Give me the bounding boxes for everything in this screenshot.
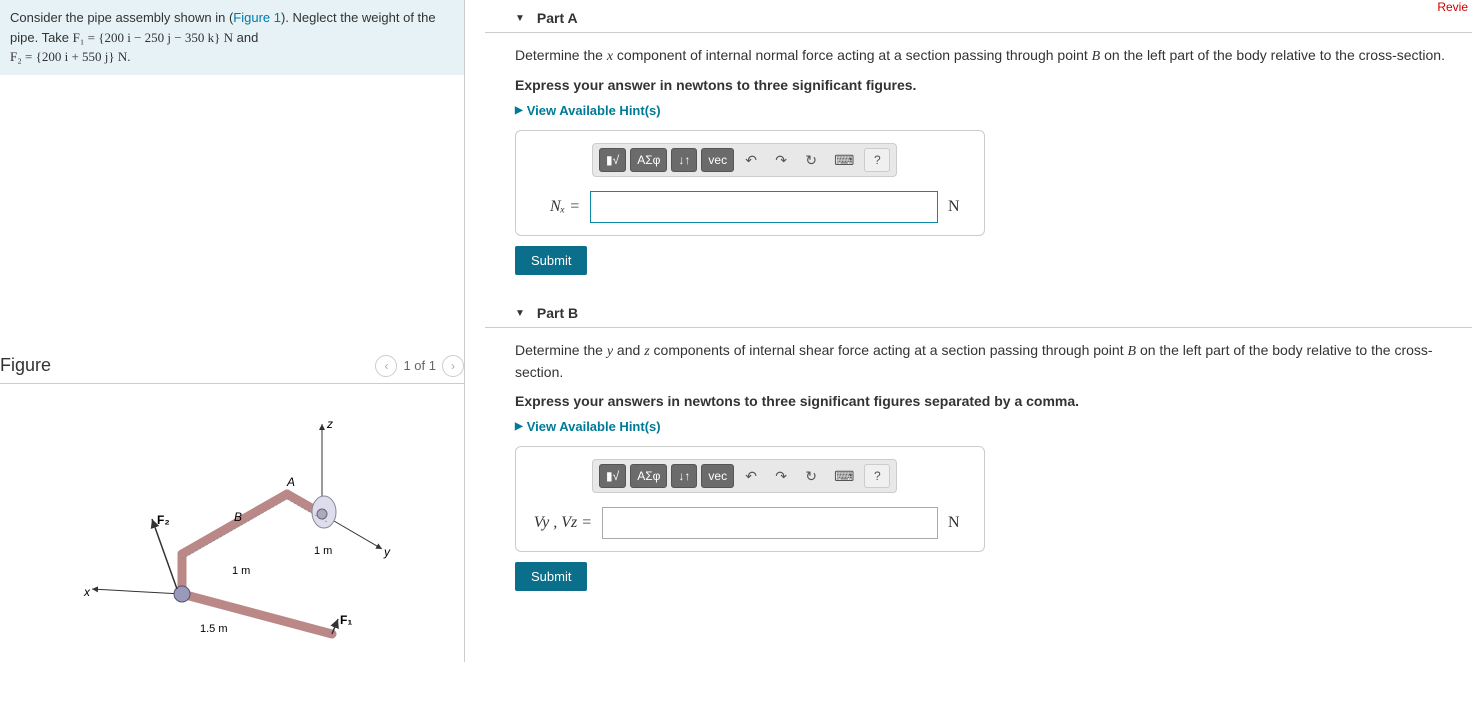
subsup-button[interactable]: ↓↑ <box>671 464 697 488</box>
figure-link[interactable]: Figure 1 <box>233 10 281 25</box>
part-b-answer-box: ▮√ ΑΣφ ↓↑ vec ↶ ↷ ↻ ⌨ ? Vy , Vz = N <box>515 446 985 552</box>
part-b-toolbar: ▮√ ΑΣφ ↓↑ vec ↶ ↷ ↻ ⌨ ? <box>592 459 897 493</box>
label-A: A <box>286 475 295 489</box>
keyboard-button[interactable]: ⌨ <box>828 464 860 488</box>
review-link[interactable]: Revie <box>1437 0 1468 14</box>
part-a-answer-box: ▮√ ΑΣφ ↓↑ vec ↶ ↷ ↻ ⌨ ? Nₓ = N <box>515 130 985 236</box>
part-a-prompt: Determine the x component of internal no… <box>515 45 1452 67</box>
part-a-submit[interactable]: Submit <box>515 246 587 275</box>
part-a-hints[interactable]: ▶ View Available Hint(s) <box>515 103 1452 118</box>
part-b-prompt: Determine the y and z components of inte… <box>515 340 1452 383</box>
subsup-button[interactable]: ↓↑ <box>671 148 697 172</box>
templates-button[interactable]: ▮√ <box>599 464 626 488</box>
label-F2: F₂ <box>157 513 170 527</box>
part-a-instruct: Express your answer in newtons to three … <box>515 77 1452 93</box>
part-b-instruct: Express your answers in newtons to three… <box>515 393 1452 409</box>
problem-and: and <box>233 30 258 45</box>
figure-counter: 1 of 1 <box>403 358 436 373</box>
help-button[interactable]: ? <box>864 148 890 172</box>
problem-text-1: Consider the pipe assembly shown in ( <box>10 10 233 25</box>
reset-button[interactable]: ↻ <box>798 464 824 488</box>
part-b-unit: N <box>948 514 968 532</box>
part-b-submit[interactable]: Submit <box>515 562 587 591</box>
f1-expression: F₁ = {200 i − 250 j − 350 k} N <box>73 30 233 45</box>
axis-x: x <box>83 585 91 599</box>
greek-button[interactable]: ΑΣφ <box>630 148 667 172</box>
label-B: B <box>234 510 242 524</box>
axis-z: z <box>326 417 333 431</box>
part-a-var-label: Nₓ = <box>532 198 580 216</box>
part-a-unit: N <box>948 198 968 216</box>
part-b-header[interactable]: ▼ Part B <box>485 295 1472 328</box>
label-F1: F₁ <box>340 613 352 627</box>
part-a-header[interactable]: ▼ Part A <box>485 0 1472 33</box>
expand-icon: ▶ <box>515 105 523 116</box>
redo-button[interactable]: ↷ <box>768 464 794 488</box>
part-b-title: Part B <box>537 305 578 321</box>
part-a-toolbar: ▮√ ΑΣφ ↓↑ vec ↶ ↷ ↻ ⌨ ? <box>592 143 897 177</box>
dim-1-5m: 1.5 m <box>200 623 228 635</box>
templates-button[interactable]: ▮√ <box>599 148 626 172</box>
figure-prev-button[interactable]: ‹ <box>375 355 397 377</box>
collapse-icon: ▼ <box>515 13 525 24</box>
part-b-input[interactable] <box>602 507 938 539</box>
vec-button[interactable]: vec <box>701 148 734 172</box>
f2-expression: F₂ = {200 i + 550 j} N. <box>10 49 131 64</box>
redo-button[interactable]: ↷ <box>768 148 794 172</box>
figure-next-button[interactable]: › <box>442 355 464 377</box>
reset-button[interactable]: ↻ <box>798 148 824 172</box>
vec-button[interactable]: vec <box>701 464 734 488</box>
undo-button[interactable]: ↶ <box>738 148 764 172</box>
dim-1m-b: 1 m <box>232 565 250 577</box>
collapse-icon: ▼ <box>515 308 525 319</box>
figure-title: Figure <box>0 355 51 376</box>
help-button[interactable]: ? <box>864 464 890 488</box>
expand-icon: ▶ <box>515 421 523 432</box>
part-a-title: Part A <box>537 10 578 26</box>
part-b-var-label: Vy , Vz = <box>532 514 592 532</box>
axis-y: y <box>383 545 391 559</box>
part-b-hints[interactable]: ▶ View Available Hint(s) <box>515 419 1452 434</box>
figure-diagram: z y x A B <box>0 384 464 707</box>
part-a-input[interactable] <box>590 191 938 223</box>
undo-button[interactable]: ↶ <box>738 464 764 488</box>
keyboard-button[interactable]: ⌨ <box>828 148 860 172</box>
greek-button[interactable]: ΑΣφ <box>630 464 667 488</box>
dim-1m-a: 1 m <box>314 545 332 557</box>
problem-statement: Consider the pipe assembly shown in (Fig… <box>0 0 464 75</box>
